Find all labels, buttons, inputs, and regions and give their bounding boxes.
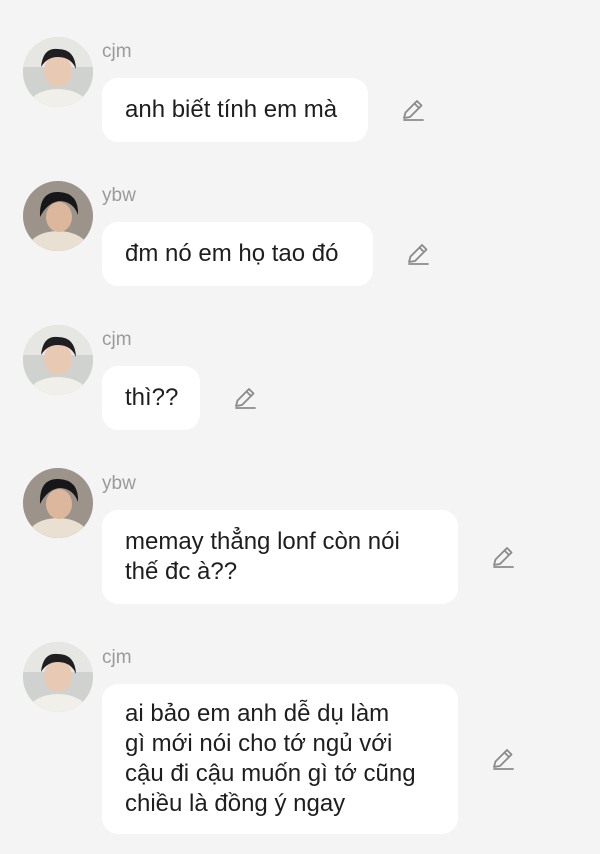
message-bubble[interactable]: anh biết tính em mà: [102, 78, 368, 142]
message-text: đm nó em họ tao đó: [125, 240, 339, 267]
avatar[interactable]: [23, 181, 93, 251]
sender-name: cjm: [102, 41, 132, 62]
message-bubble[interactable]: ai bảo em anh dễ dụ làm gì mới nói cho t…: [102, 684, 458, 834]
pencil-edit-icon[interactable]: [490, 746, 516, 772]
sender-name: cjm: [102, 647, 132, 668]
sender-name: cjm: [102, 329, 132, 350]
message-bubble[interactable]: thì??: [102, 366, 200, 430]
message-bubble[interactable]: memay thẳng lonf còn nói thế đc à??: [102, 510, 458, 604]
pencil-edit-icon[interactable]: [405, 241, 431, 267]
avatar[interactable]: [23, 325, 93, 395]
avatar[interactable]: [23, 642, 93, 712]
message-bubble[interactable]: đm nó em họ tao đó: [102, 222, 373, 286]
sender-name: ybw: [102, 185, 136, 206]
sender-name: ybw: [102, 473, 136, 494]
pencil-edit-icon[interactable]: [400, 97, 426, 123]
message-text: anh biết tính em mà: [125, 96, 338, 123]
message-text: thì??: [125, 384, 179, 411]
pencil-edit-icon[interactable]: [232, 385, 258, 411]
avatar[interactable]: [23, 468, 93, 538]
message-text: memay thẳng lonf còn nói thế đc à??: [125, 528, 400, 585]
message-text: ai bảo em anh dễ dụ làm gì mới nói cho t…: [125, 700, 416, 817]
avatar[interactable]: [23, 37, 93, 107]
pencil-edit-icon[interactable]: [490, 544, 516, 570]
